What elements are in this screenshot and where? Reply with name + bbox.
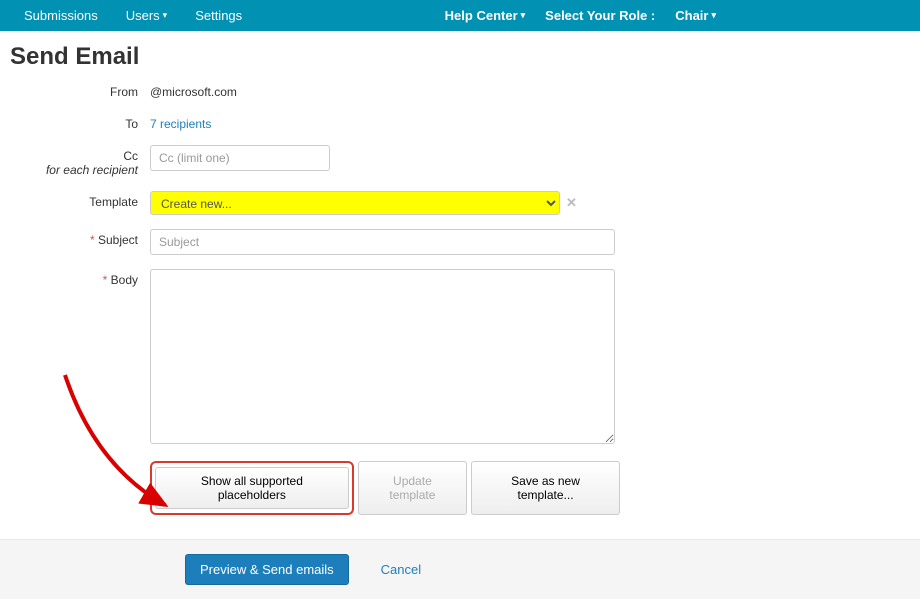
nav-settings[interactable]: Settings (181, 0, 256, 31)
body-textarea[interactable] (150, 269, 615, 444)
clear-template-icon[interactable]: ✕ (566, 195, 577, 211)
cc-label: Cc for each recipient (10, 145, 150, 177)
nav-users[interactable]: Users▾ (112, 0, 181, 31)
nav-submissions[interactable]: Submissions (10, 0, 112, 31)
chevron-down-icon: ▾ (163, 10, 168, 21)
chevron-down-icon: ▾ (711, 10, 716, 21)
save-template-button[interactable]: Save as new template... (471, 461, 620, 515)
highlight-box: Show all supported placeholders (150, 461, 354, 515)
chevron-down-icon: ▾ (521, 10, 526, 21)
cc-input[interactable] (150, 145, 330, 171)
subject-label: * Subject (10, 229, 150, 255)
preview-send-button[interactable]: Preview & Send emails (185, 554, 349, 585)
body-label: * Body (10, 269, 150, 447)
to-label: To (10, 113, 150, 131)
show-placeholders-button[interactable]: Show all supported placeholders (155, 467, 349, 509)
template-select[interactable]: Create new... (150, 191, 560, 215)
role-label: Select Your Role : (539, 8, 661, 23)
to-recipients-link[interactable]: 7 recipients (150, 117, 211, 131)
page-title: Send Email (10, 43, 910, 71)
from-label: From (10, 81, 150, 99)
subject-input[interactable] (150, 229, 615, 255)
cc-hint: for each recipient (46, 163, 138, 177)
role-selector[interactable]: Chair▾ (661, 0, 730, 31)
cancel-link[interactable]: Cancel (381, 562, 421, 577)
from-value: @microsoft.com (150, 81, 620, 99)
update-template-button: Update template (358, 461, 467, 515)
footer-actions: Preview & Send emails Cancel (0, 539, 920, 599)
nav-help-center[interactable]: Help Center▾ (431, 0, 540, 31)
top-nav-bar: Submissions Users▾ Settings Help Center▾… (0, 0, 920, 31)
template-label: Template (10, 191, 150, 215)
